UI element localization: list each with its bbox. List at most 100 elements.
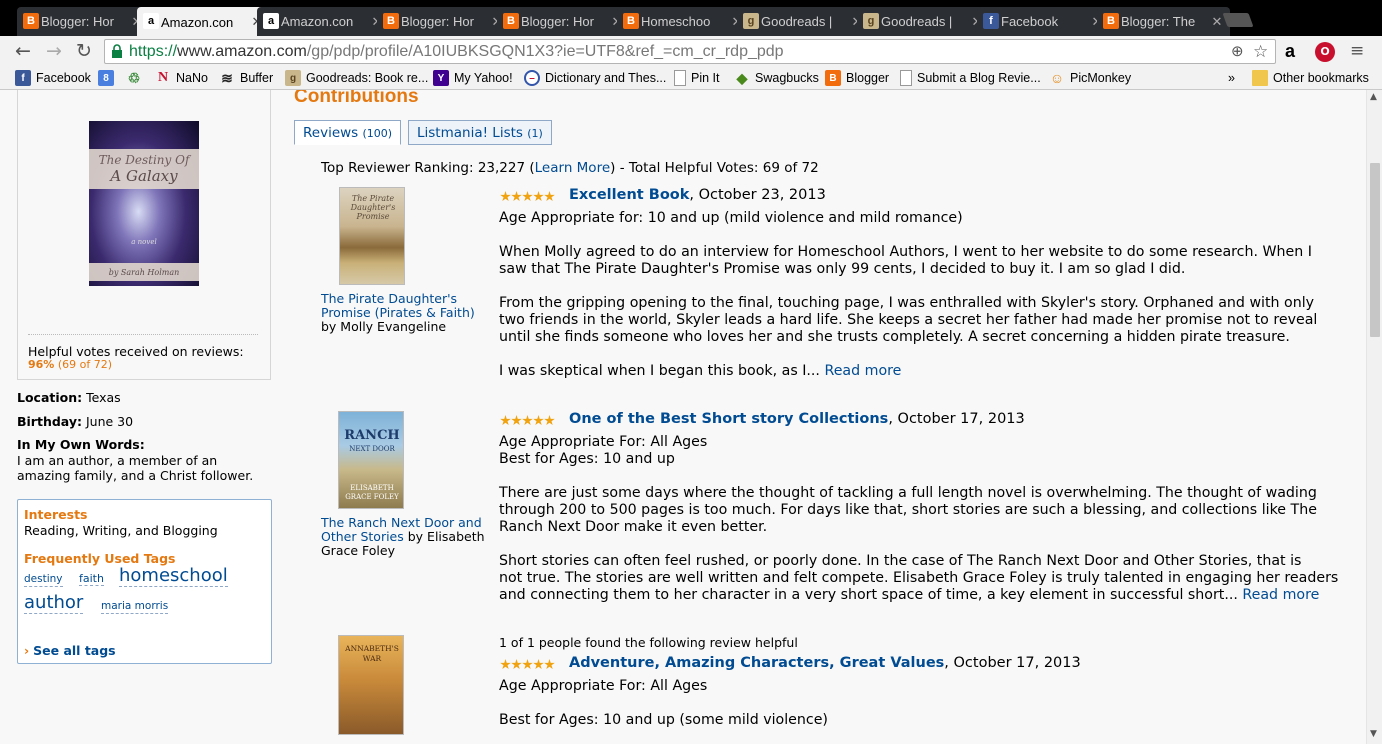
book-cover-thumbnail[interactable]: The Pirate Daughter's Promise [339,187,405,285]
bookmark-facebook[interactable]: f Facebook [15,69,91,87]
review-text: I was skeptical when I began this book, … [499,363,1339,380]
bookmark-blogger[interactable]: B Blogger [825,69,889,87]
star-rating [500,415,555,426]
review-title: Adventure, Amazing Characters, Great Val… [569,655,1081,671]
amazon-extension-icon[interactable]: a [1285,42,1305,62]
read-more-link[interactable]: Read more [824,363,901,379]
close-icon[interactable]: ✕ [1210,14,1224,30]
star-icon [533,415,544,426]
bookmarks-overflow[interactable]: » [1228,69,1235,87]
browser-tab-active[interactable]: a Amazon.con ✕ [137,7,270,37]
browser-tab[interactable]: B Blogger: Hor ✕ [497,7,630,36]
profile-book-cover[interactable]: The Destiny Of A Galaxy a novel by Sarah… [89,121,199,286]
read-more-link[interactable]: Read more [1242,587,1319,603]
bookmark-google[interactable]: 8 [98,69,119,87]
star-icon [511,659,522,670]
new-tab-button[interactable] [1222,13,1254,27]
other-bookmarks[interactable]: Other bookmarks [1252,69,1369,87]
tag-link[interactable]: faith [79,572,104,587]
nano-icon: N [157,70,169,85]
interests-heading: Interests [24,507,88,522]
menu-icon[interactable]: ≡ [1350,42,1370,62]
review-title-link[interactable]: Excellent Book [569,187,689,203]
adblock-icon[interactable]: O [1315,42,1335,62]
star-icon [500,415,511,426]
review-text: Best for Ages: 10 and up (some mild viol… [499,712,828,728]
forward-icon[interactable]: → [43,40,65,62]
review-text: Age Appropriate for: 10 and up (mild vio… [499,210,963,226]
bookmark-goodreads[interactable]: g Goodreads: Book re... [285,69,428,87]
bookmark-dictionary[interactable]: – Dictionary and Thes... [524,69,666,87]
tag-link[interactable]: author [24,593,84,614]
page-scrollbar[interactable]: ▲ ▼ [1366,90,1382,744]
bookmarks-bar: f Facebook 8 ♲ N NaNo ≋ Buffer g Goodreads: … [0,66,1382,90]
browser-tab[interactable]: g Goodreads | ✕ [857,7,990,36]
bookmark-label: NaNo [176,71,208,85]
star-icon[interactable]: ☆ [1253,43,1269,60]
review-excerpt: and connecting them to her character in … [499,587,1238,603]
tag-link[interactable]: maria morris [101,600,169,614]
browser-tab[interactable]: B Blogger: Hor ✕ [17,7,150,36]
tab-listmania[interactable]: Listmania! Lists (1) [408,120,552,145]
reviewer-ranking: Top Reviewer Ranking: 23,227 (Learn More… [321,160,819,176]
bookmark-buffer[interactable]: ≋ Buffer [219,69,273,87]
bookmark-swagbucks[interactable]: ◆ Swagbucks [734,69,819,87]
bookmark-label: Goodreads: Book re... [306,71,429,85]
scroll-up-icon[interactable]: ▲ [1370,92,1377,102]
tab-title: Blogger: Hor [521,14,594,29]
bookmark-yahoo[interactable]: Y My Yahoo! [433,69,513,87]
book-cover-thumbnail[interactable]: RANCH NEXT DOOR ELISABETH GRACE FOLEY [338,411,404,509]
goodreads-icon: g [743,13,759,29]
cover-title: The Pirate Daughter's Promise [350,194,396,221]
bookmark-label: Pin It [691,71,720,85]
bookmark-pin-it[interactable]: Pin It [674,69,720,87]
review-text: through 200 to 500 pages is too much. Fo… [499,502,1317,518]
swagbucks-icon: ◆ [736,69,748,86]
birthday-label: Birthday: [17,414,82,429]
url-scheme: https:// [129,43,178,60]
bookmark-submit-review[interactable]: Submit a Blog Revie... [900,69,1041,87]
tab-count: (100) [362,127,393,140]
bookmark-nano[interactable]: N NaNo [155,69,208,87]
browser-tab[interactable]: f Facebook ✕ [977,7,1110,36]
review-text: From the gripping opening to the final, … [499,295,1315,311]
contributions-heading: Contributions [294,90,419,107]
review-date: , October 17, 2013 [944,655,1081,671]
browser-tab[interactable]: B Blogger: The ✕ [1097,7,1230,36]
scrollbar-thumb[interactable] [1370,163,1380,337]
address-bar[interactable]: https://www.amazon.com/gp/pdp/profile/A1… [104,39,1276,64]
reviewed-book: The Ranch Next Door and Other Stories by… [321,516,491,558]
yahoo-icon: Y [433,70,449,86]
back-icon[interactable]: ← [12,40,34,62]
browser-tab[interactable]: B Homeschoo ✕ [617,7,750,36]
review-title-link[interactable]: Adventure, Amazing Characters, Great Val… [569,655,944,671]
book-title-link[interactable]: The Pirate Daughter's Promise (Pirates &… [321,291,475,320]
see-all-tags-link[interactable]: › See all tags [24,643,116,658]
zoom-icon[interactable]: ⊕ [1231,44,1247,60]
review-title-link[interactable]: One of the Best Short story Collections [569,411,888,427]
bookmark-picmonkey[interactable]: ☺ PicMonkey [1049,69,1131,87]
tags-box: Interests Reading, Writing, and Blogging… [17,499,272,664]
browser-tab[interactable]: g Goodreads | ✕ [737,7,870,36]
scroll-down-icon[interactable]: ▼ [1370,729,1377,739]
tab-reviews[interactable]: Reviews (100) [294,120,402,145]
reviewed-book: The Pirate Daughter's Promise (Pirates &… [321,292,491,334]
star-icon [533,191,544,202]
reload-icon[interactable]: ↻ [73,40,95,62]
book-cover-thumbnail[interactable]: ANNABETH'S WAR [338,635,404,735]
learn-more-link[interactable]: Learn More [535,160,611,176]
browser-tab[interactable]: B Blogger: Hor ✕ [377,7,510,36]
tag-link[interactable]: destiny [24,573,63,587]
bookmark-recycle[interactable]: ♲ [126,69,147,87]
bookmark-label: Submit a Blog Revie... [917,71,1041,85]
own-words-label: In My Own Words: [17,437,145,452]
review-text: Age Appropriate For: All Ages [499,434,708,450]
tag-link[interactable]: homeschool [119,566,228,587]
browser-tab[interactable]: a Amazon.con ✕ [257,7,390,36]
tab-label: Reviews [303,125,359,141]
cover-subtitle: a novel [131,238,157,246]
location-value: Texas [86,390,121,405]
star-rating [500,659,555,670]
google-icon: 8 [98,70,114,86]
review-text: Age Appropriate For: All Ages [499,678,708,694]
